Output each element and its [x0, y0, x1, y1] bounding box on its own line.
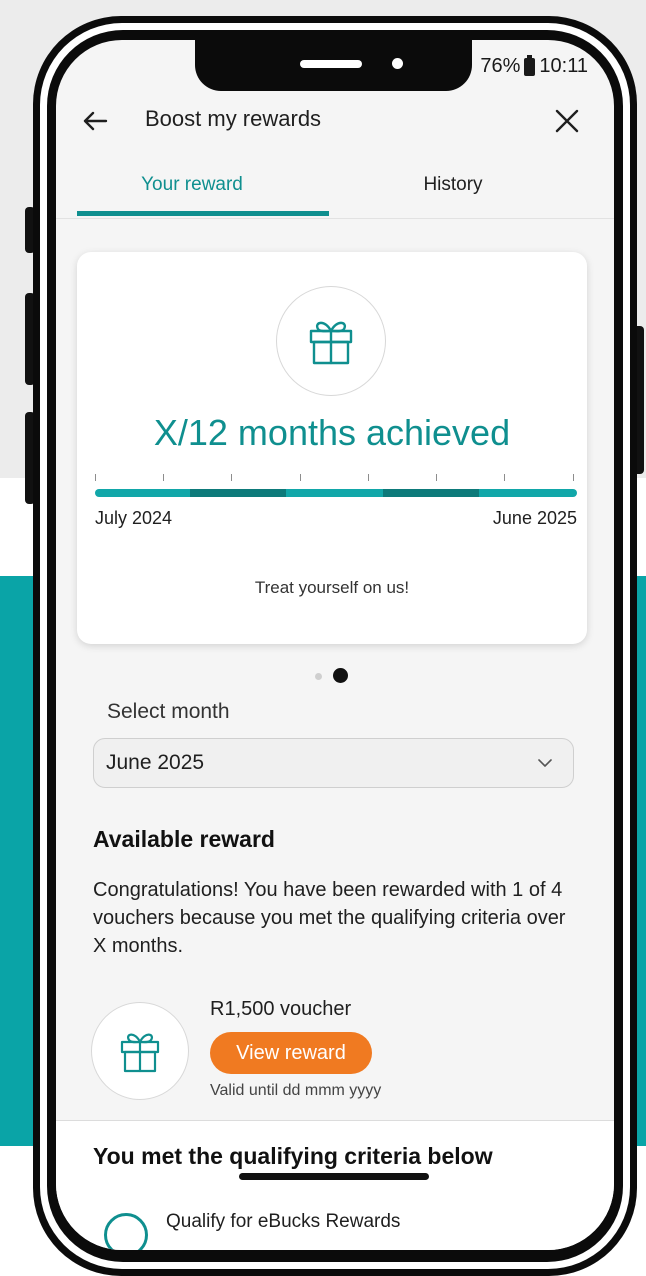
timeline-start-label: July 2024	[95, 508, 173, 528]
home-indicator	[239, 1173, 429, 1180]
carousel-dot-inactive[interactable]	[315, 673, 322, 680]
page-title: Boost my rewards	[145, 106, 322, 131]
select-month-label: Select month	[107, 700, 230, 723]
battery-icon	[524, 54, 536, 76]
chevron-down-icon	[538, 759, 552, 767]
notch-speaker	[300, 60, 362, 68]
timeline-tick	[163, 474, 164, 481]
battery-percentage: 76%	[480, 55, 521, 77]
progress-timeline	[95, 468, 577, 504]
criteria-check-icon	[104, 1213, 148, 1250]
timeline-tick	[573, 474, 574, 481]
month-dropdown[interactable]: June 2025	[93, 738, 574, 788]
available-reward-description: Congratulations! You have been rewarded …	[93, 879, 566, 957]
voucher-name: R1,500 voucher	[210, 998, 352, 1020]
qualifying-criteria-title: You met the qualifying criteria below	[93, 1143, 493, 1169]
timeline-tick	[231, 474, 232, 481]
timeline-end-label: June 2025	[492, 508, 577, 528]
progress-segment	[383, 489, 479, 497]
view-reward-button[interactable]: View reward	[210, 1032, 372, 1074]
phone-screen: 76% 10:11 Boost my rewards Your reward H…	[56, 40, 614, 1250]
card-tagline: Treat yourself on us!	[254, 578, 410, 597]
timeline-tick	[436, 474, 437, 481]
criteria-item-ebucks[interactable]: Qualify for eBucks Rewards	[166, 1211, 400, 1233]
qualifying-criteria-panel: You met the qualifying criteria below Qu…	[56, 1120, 614, 1250]
status-time: 10:11	[539, 55, 588, 77]
progress-segment	[190, 489, 286, 497]
gift-icon	[120, 1033, 160, 1073]
month-dropdown-value: June 2025	[106, 751, 205, 774]
phone-notch	[195, 40, 472, 91]
carousel-dot-active[interactable]	[333, 668, 348, 683]
status-bar: 76% 10:11	[480, 54, 588, 78]
timeline-tick	[368, 474, 369, 481]
tab-bar: Your reward History	[56, 164, 614, 219]
gift-icon	[309, 321, 353, 365]
available-reward-title: Available reward	[93, 826, 275, 852]
months-achieved-headline: X/12 months achieved	[153, 412, 511, 453]
reward-progress-card[interactable]: X/12 months achieved July 2024 June 2025…	[77, 252, 587, 644]
gift-badge	[276, 286, 386, 396]
tab-history[interactable]: History	[328, 174, 578, 196]
active-tab-indicator	[77, 211, 329, 216]
tab-your-reward[interactable]: Your reward	[56, 174, 328, 196]
timeline-tick	[300, 474, 301, 481]
timeline-tick	[504, 474, 505, 481]
progress-track	[95, 489, 577, 497]
voucher-badge	[91, 1002, 189, 1100]
notch-camera	[392, 58, 403, 69]
app-header: Boost my rewards	[56, 100, 614, 144]
voucher-validity: Valid until dd mmm yyyy	[210, 1082, 382, 1099]
timeline-tick	[95, 474, 96, 481]
back-arrow-icon[interactable]	[78, 104, 112, 138]
close-icon[interactable]	[550, 104, 584, 138]
